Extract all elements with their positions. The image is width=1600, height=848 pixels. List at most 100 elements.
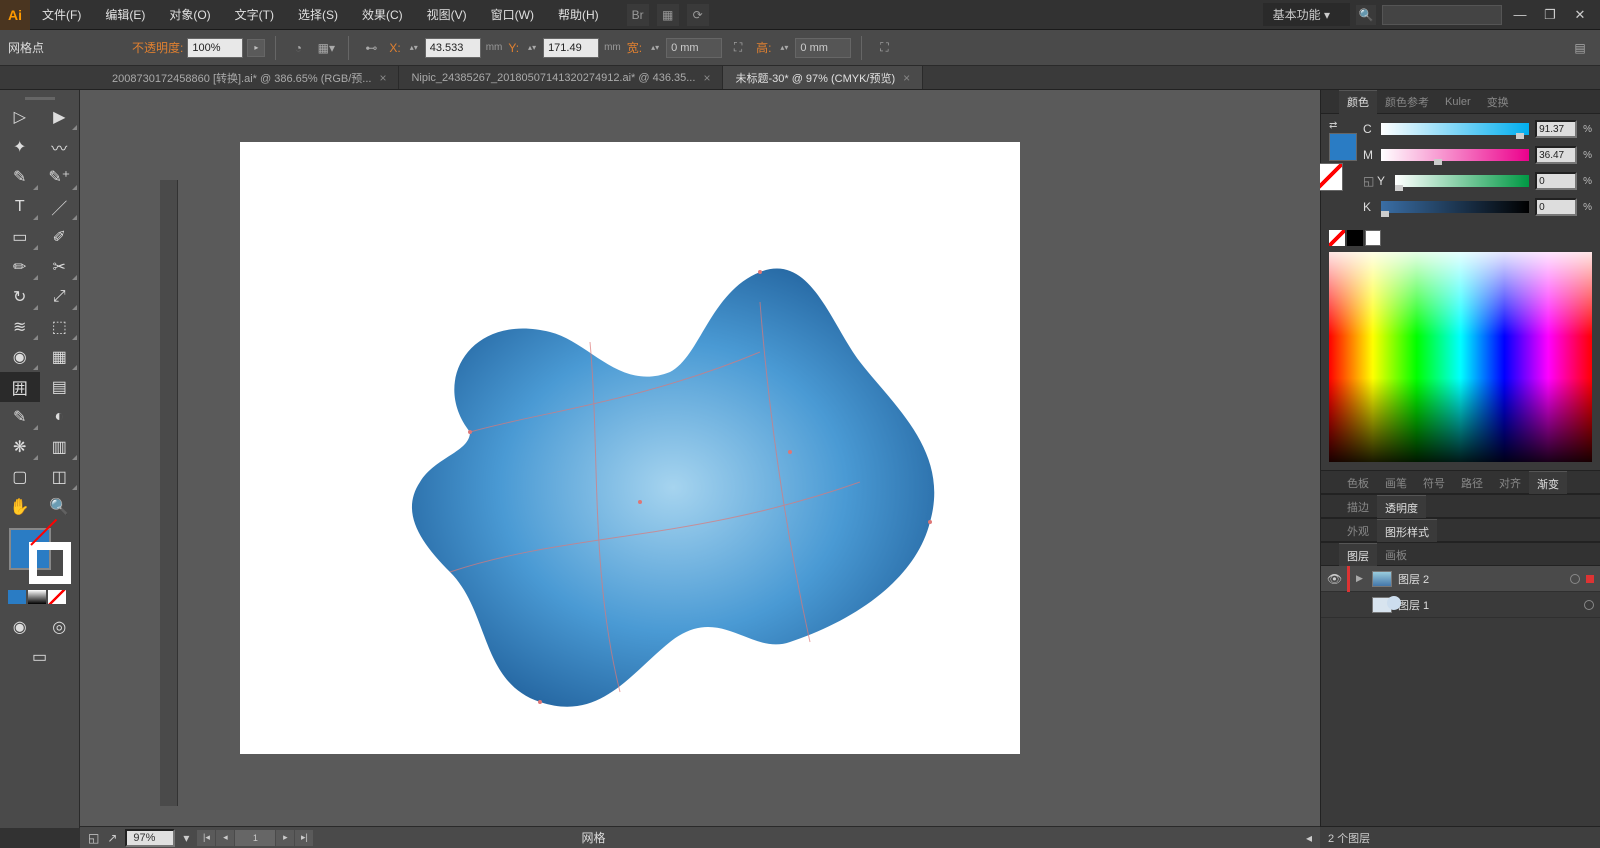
free-transform-tool[interactable]: ⬚ [40, 312, 80, 342]
menu-type[interactable]: 文字(T) [223, 0, 286, 30]
graph-tool[interactable]: ▥ [40, 432, 80, 462]
x-input[interactable] [425, 38, 481, 58]
x-stepper[interactable]: ▴▾ [407, 36, 421, 60]
opacity-input[interactable] [187, 38, 243, 58]
rectangle-tool[interactable]: ▭ [0, 222, 40, 252]
toggle-fill-stroke-icon[interactable]: ⇄ [1329, 120, 1357, 131]
color-mode-icon[interactable] [8, 590, 26, 604]
menu-help[interactable]: 帮助(H) [546, 0, 611, 30]
menu-view[interactable]: 视图(V) [415, 0, 479, 30]
workspace-selector[interactable]: 基本功能 ▾ [1263, 3, 1350, 26]
m-input[interactable] [1535, 146, 1577, 164]
arrange-docs-icon[interactable]: ▦ [657, 4, 679, 26]
y-slider[interactable] [1395, 175, 1529, 187]
scissors-tool[interactable]: ✂ [40, 252, 80, 282]
h-stepper[interactable]: ▴▾ [777, 36, 791, 60]
recolor-icon[interactable]: ▦▾ [314, 36, 338, 60]
scroll-left-icon[interactable]: ◂ [1306, 831, 1312, 845]
white-swatch-icon[interactable] [1365, 230, 1381, 246]
tab-artboards[interactable]: 画板 [1377, 543, 1415, 567]
menu-file[interactable]: 文件(F) [30, 0, 93, 30]
none-mode-icon[interactable] [48, 590, 66, 604]
menu-window[interactable]: 窗口(W) [479, 0, 546, 30]
zoom-dropdown[interactable]: ▾ [183, 831, 189, 845]
close-icon[interactable]: × [703, 71, 710, 85]
black-swatch-icon[interactable] [1347, 230, 1363, 246]
magic-wand-tool[interactable]: ✦ [0, 132, 40, 162]
y-stepper[interactable]: ▴▾ [525, 36, 539, 60]
isolate-icon[interactable]: ⛶ [872, 36, 896, 60]
document-tab-1[interactable]: 2008730172458860 [转换].ai* @ 386.65% (RGB… [100, 66, 399, 89]
selection-tool[interactable]: ▷ [0, 102, 40, 132]
visibility-icon[interactable]: 👁 [1327, 572, 1341, 586]
menu-effect[interactable]: 效果(C) [350, 0, 415, 30]
target-icon[interactable] [1584, 600, 1594, 610]
tab-color[interactable]: 颜色 [1339, 90, 1377, 114]
stroke-swatch[interactable] [29, 542, 71, 584]
artboard-number[interactable]: 1 [235, 830, 275, 846]
expand-icon[interactable]: ▶ [1356, 573, 1366, 584]
document-tab-3[interactable]: 未标题-30* @ 97% (CMYK/预览) × [723, 66, 923, 89]
maximize-button[interactable]: ❐ [1538, 6, 1562, 24]
blend-tool[interactable]: ◐ [40, 402, 80, 432]
close-icon[interactable]: × [379, 71, 386, 85]
pen-tool[interactable]: ✎ [0, 162, 40, 192]
tab-color-guide[interactable]: 颜色参考 [1377, 90, 1437, 114]
k-input[interactable] [1535, 198, 1577, 216]
y-input[interactable] [1535, 172, 1577, 190]
export-icon[interactable]: ↗ [107, 831, 117, 845]
tab-appearance[interactable]: 外观 [1339, 519, 1377, 543]
c-slider[interactable] [1381, 123, 1529, 135]
y-input[interactable] [543, 38, 599, 58]
c-input[interactable] [1535, 120, 1577, 138]
layer-name[interactable]: 图层 1 [1398, 597, 1578, 613]
h-input[interactable] [795, 38, 851, 58]
tab-gradient[interactable]: 渐变 [1529, 471, 1567, 495]
panel-fill-swatch[interactable] [1329, 133, 1357, 161]
zoom-input[interactable] [125, 829, 175, 847]
first-artboard-button[interactable]: |◂ [197, 830, 215, 846]
tab-align[interactable]: 对齐 [1491, 471, 1529, 495]
layer-row[interactable]: 👁 ▶ 图层 2 [1321, 566, 1600, 592]
symbol-sprayer-tool[interactable]: ❋ [0, 432, 40, 462]
prev-artboard-button[interactable]: ◂ [216, 830, 234, 846]
close-icon[interactable]: × [903, 71, 910, 85]
layer-name[interactable]: 图层 2 [1398, 571, 1564, 587]
scale-tool[interactable]: ⤢ [40, 282, 80, 312]
mesh-object[interactable] [390, 252, 950, 722]
color-spectrum[interactable] [1329, 252, 1592, 462]
eyedropper-tool[interactable]: ✎ [0, 402, 40, 432]
search-input[interactable] [1382, 5, 1502, 25]
close-button[interactable]: ✕ [1568, 6, 1592, 24]
m-slider[interactable] [1381, 149, 1529, 161]
none-swatch-icon[interactable] [1329, 230, 1345, 246]
style-icon[interactable]: ◔ [286, 36, 310, 60]
perspective-tool[interactable]: ▦ [40, 342, 80, 372]
line-tool[interactable]: ／ [40, 192, 80, 222]
fill-stroke-swatch[interactable] [9, 528, 71, 584]
link-wh-icon[interactable]: ⛶ [726, 36, 750, 60]
tab-kuler[interactable]: Kuler [1437, 90, 1479, 114]
w-input[interactable] [666, 38, 722, 58]
target-icon[interactable] [1570, 574, 1580, 584]
artboard-tool[interactable]: ▢ [0, 462, 40, 492]
gradient-mode-icon[interactable] [28, 590, 46, 604]
direct-selection-tool[interactable]: ▶ [40, 102, 80, 132]
selected-art-icon[interactable] [1586, 575, 1594, 583]
w-stepper[interactable]: ▴▾ [648, 36, 662, 60]
draw-mode-icon[interactable]: ▭ [0, 642, 79, 672]
k-slider[interactable] [1381, 201, 1529, 213]
tab-symbols[interactable]: 符号 [1415, 471, 1453, 495]
tab-layers[interactable]: 图层 [1339, 543, 1377, 567]
tab-transform[interactable]: 变换 [1479, 90, 1517, 114]
screen-mode-normal[interactable]: ◉ [0, 612, 40, 642]
menu-select[interactable]: 选择(S) [286, 0, 350, 30]
paintbrush-tool[interactable]: ✐ [40, 222, 80, 252]
lasso-tool[interactable]: 〰 [40, 132, 80, 162]
tab-transparency[interactable]: 透明度 [1377, 495, 1426, 519]
tab-pathfinder[interactable]: 路径 [1453, 471, 1491, 495]
canvas[interactable] [80, 90, 1320, 828]
shape-builder-tool[interactable]: ◉ [0, 342, 40, 372]
bridge-icon[interactable]: Br [627, 4, 649, 26]
document-tab-2[interactable]: Nipic_24385267_20180507141320274912.ai* … [399, 66, 723, 89]
